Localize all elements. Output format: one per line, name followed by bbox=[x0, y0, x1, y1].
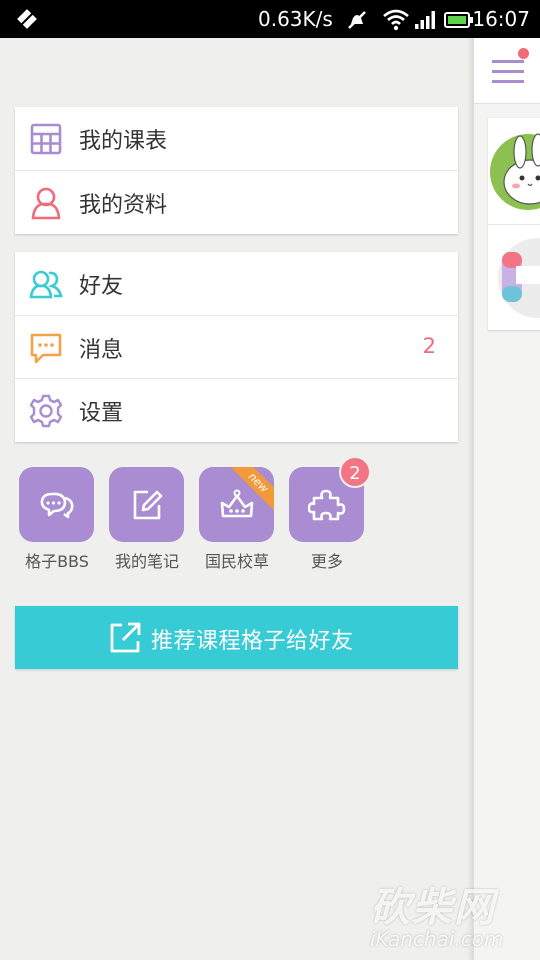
menu-item-friends[interactable]: 好友 bbox=[15, 252, 458, 316]
friends-icon bbox=[29, 270, 63, 299]
grid-item-tile[interactable] bbox=[19, 467, 94, 542]
grid-item-bbs[interactable]: 格子BBS bbox=[19, 467, 95, 572]
settings-icon bbox=[29, 394, 63, 428]
grid-item-more[interactable]: 2 更多 bbox=[289, 456, 371, 572]
mute-icon bbox=[348, 11, 366, 29]
recommend-button-label: 推荐课程格子给好友 bbox=[151, 629, 354, 654]
more-count-badge: 2 bbox=[339, 456, 371, 488]
menu-item-timetable[interactable]: 我的课表 bbox=[15, 107, 458, 171]
chat-bubbles-icon bbox=[40, 492, 74, 519]
divider bbox=[488, 224, 540, 225]
status-bar: 0.63K/s 16:07 bbox=[0, 0, 540, 38]
menu-card-social: 好友 消息 2 设置 bbox=[15, 252, 458, 442]
message-icon bbox=[30, 333, 62, 363]
menu-item-label: 我的课表 bbox=[79, 129, 168, 154]
menu-card-personal: 我的课表 我的资料 bbox=[15, 107, 458, 234]
content-card[interactable] bbox=[488, 118, 540, 330]
grid-item-label: 更多 bbox=[310, 552, 343, 571]
crown-icon bbox=[220, 489, 254, 518]
notification-dot bbox=[518, 48, 529, 59]
unread-count-badge: 2 bbox=[422, 333, 436, 358]
wifi-icon bbox=[383, 9, 409, 31]
side-drawer: 我的课表 我的资料 好友 消息 2 设置 格子BBS 我的笔记 new 国民校草… bbox=[0, 38, 472, 960]
app-logo-icon bbox=[498, 238, 540, 318]
menu-icon[interactable] bbox=[492, 58, 524, 86]
menu-item-label: 好友 bbox=[79, 274, 124, 299]
rabbit-avatar-icon bbox=[490, 133, 540, 210]
timetable-icon bbox=[30, 123, 62, 155]
main-header bbox=[474, 38, 540, 104]
grid-item-notes[interactable]: 我的笔记 bbox=[109, 467, 185, 572]
main-content-peek[interactable] bbox=[472, 38, 540, 960]
menu-item-profile[interactable]: 我的资料 bbox=[15, 171, 458, 235]
watermark-title: 砍柴网 bbox=[370, 885, 496, 931]
grid-item-tile[interactable] bbox=[109, 467, 184, 542]
grid-item-label: 我的笔记 bbox=[114, 552, 179, 571]
menu-item-label: 我的资料 bbox=[79, 192, 168, 218]
menu-item-label: 消息 bbox=[79, 337, 124, 363]
grid-item-campus-star[interactable]: new 国民校草 bbox=[199, 467, 275, 572]
watermark-url: iKanchai.com bbox=[370, 927, 504, 951]
recommend-to-friends-button[interactable]: 推荐课程格子给好友 bbox=[15, 606, 458, 669]
share-external-icon bbox=[110, 622, 141, 653]
feature-grid: 格子BBS 我的笔记 new 国民校草 2 更多 bbox=[19, 456, 379, 577]
grid-item-label: 国民校草 bbox=[204, 552, 269, 571]
notification-icon bbox=[17, 9, 37, 29]
clock: 16:07 bbox=[472, 7, 530, 31]
network-speed: 0.63K/s bbox=[258, 7, 333, 31]
menu-item-label: 设置 bbox=[79, 401, 124, 426]
battery-icon bbox=[444, 12, 473, 28]
menu-item-settings[interactable]: 设置 bbox=[15, 379, 458, 443]
signal-icon bbox=[415, 11, 435, 29]
watermark: 砍柴网 iKanchai.com bbox=[370, 875, 530, 960]
profile-icon bbox=[31, 187, 61, 219]
grid-item-tile[interactable]: new bbox=[199, 467, 274, 542]
menu-item-messages[interactable]: 消息 2 bbox=[15, 316, 458, 379]
grid-item-label: 格子BBS bbox=[25, 552, 89, 571]
puzzle-icon bbox=[308, 489, 346, 521]
note-edit-icon bbox=[133, 490, 163, 520]
